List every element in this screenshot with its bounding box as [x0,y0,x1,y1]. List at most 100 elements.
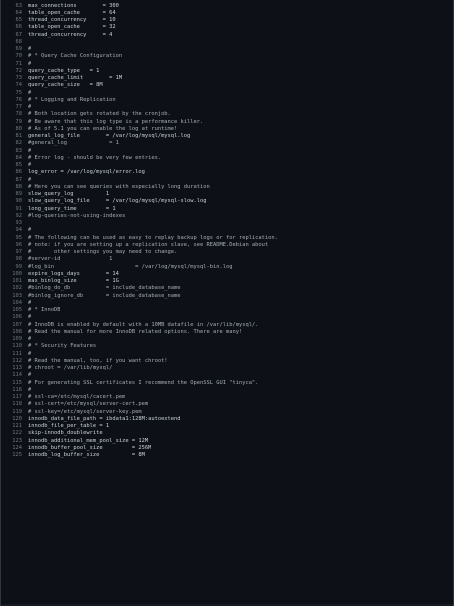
line-number: 115 [12,379,22,386]
line-number: 91 [15,205,23,212]
code-line: 86 log_error = /var/log/mysql/error.log [1,169,453,176]
line-number: 122 [12,430,22,437]
line-number: 108 [12,328,22,335]
code-line: 112 # Read the manual, too, if you want c… [1,357,453,364]
line-number: 114 [12,372,22,379]
code-line: 95 # The following can be used as easy to… [1,234,453,241]
code-line: 98 #server-id 1 [1,256,453,263]
line-text: # [28,314,32,321]
line-number: 75 [15,89,23,96]
code-line: 120 innodb_data_file_path = ibdata1:128M:… [1,415,453,422]
line-number: 112 [12,357,22,364]
line-text: # [28,336,32,343]
code-line: 92 #log-queries-not-using-indexes [1,212,453,219]
code-line: 123 innodb_additional_mem_pool_size = 12M [1,437,453,444]
line-text: thread_concurrency = 4 [28,31,113,38]
line-number: 109 [12,336,22,343]
line-text: query_cache_limit = 1M [28,75,123,82]
code-line: 124 innodb_buffer_pool_size = 256M [1,444,453,451]
line-text: max_connections = 300 [28,2,119,9]
line-number: 89 [15,191,23,198]
code-line: 73 query_cache_limit = 1M [1,75,453,82]
line-number: 80 [15,125,23,132]
line-text: # Here you can see queries with especial… [28,183,210,190]
code-line: 109 # [1,336,453,343]
line-number: 113 [12,365,22,372]
code-line: 66 table_open_cache = 32 [1,24,453,31]
code-line: 88 # Here you can see queries with especi… [1,183,453,190]
line-number: 79 [15,118,23,125]
line-number: 92 [15,212,23,219]
line-text: # other settings you may need to change. [28,249,178,256]
line-text: # [28,176,32,183]
code-line: 67 thread_concurrency = 4 [1,31,453,38]
line-text: #server-id 1 [28,256,113,263]
line-text: # Read the manual, too, if you want chro… [28,357,168,364]
code-line: 74 query_cache_size = 8M [1,82,453,89]
code-line: 69 # [1,46,453,53]
line-number: 88 [15,183,23,190]
line-number: 66 [15,24,23,31]
line-text: # [28,386,32,393]
line-number: 76 [15,96,23,103]
line-number: 73 [15,75,23,82]
line-number: 90 [15,198,23,205]
line-text: innodb_data_file_path = ibdata1:128M:aut… [28,415,181,422]
line-text: # [28,227,32,234]
line-number: 117 [12,394,22,401]
line-number: 69 [15,46,23,53]
line-text: # [28,350,32,357]
code-line: 94 # [1,227,453,234]
code-line: 64 table_open_cache = 64 [1,9,453,16]
line-number: 97 [15,249,23,256]
code-line: 77 # [1,104,453,111]
line-number: 98 [15,256,23,263]
line-text: # * Query Cache Configuration [28,53,123,60]
line-number: 116 [12,386,22,393]
code-line: 125 innodb_log_buffer_size = 8M [1,452,453,459]
line-text: # InnoDB is enabled by default with a 10… [28,321,259,328]
line-text: # [28,372,32,379]
line-number: 95 [15,234,23,241]
line-number: 68 [15,38,23,45]
line-number: 87 [15,176,23,183]
code-line: 84 # Error log - should be very few entri… [1,154,453,161]
code-line: 81 general_log_file = /var/log/mysql/mysq… [1,133,453,140]
line-text: # ssl-key=/etc/mysql/server-key.pem [28,408,142,415]
line-number: 123 [12,437,22,444]
line-text: # As of 5.1 you can enable the log at ru… [28,125,178,132]
line-text: # * Security Features [28,343,97,350]
line-number: 71 [15,60,23,67]
line-text: skip-innodb_doublewrite [28,430,103,437]
line-text: long_query_time = 1 [28,205,116,212]
line-number: 84 [15,154,23,161]
code-line: 122 skip-innodb_doublewrite [1,430,453,437]
line-text: max_binlog_size = 1G [28,278,119,285]
line-number: 101 [12,278,22,285]
line-number: 78 [15,111,23,118]
line-text: # chroot = /var/lib/mysql/ [28,365,113,372]
code-line: 102 #binlog_do_db = include_database_name [1,285,453,292]
line-text: expire_logs_days = 14 [28,270,119,277]
code-line: 97 # other settings you may need to chang… [1,249,453,256]
line-text: innodb_buffer_pool_size = 256M [28,444,152,451]
line-text: table_open_cache = 64 [28,9,116,16]
line-number: 81 [15,133,23,140]
code-line: 82 #general_log = 1 [1,140,453,147]
code-line: 68 [1,38,453,45]
line-number: 106 [12,314,22,321]
code-line: 80 # As of 5.1 you can enable the log at … [1,125,453,132]
code-line: 116 # [1,386,453,393]
line-text: # ssl-ca=/etc/mysql/cacert.pem [28,394,126,401]
line-number: 94 [15,227,23,234]
code-line: 96 # note: if you are setting up a replic… [1,241,453,248]
line-text: general_log_file = /var/log/mysql/mysql.… [28,133,191,140]
line-text: # * Logging and Replication [28,96,116,103]
code-line: 100 expire_logs_days = 14 [1,270,453,277]
code-line: 70 # * Query Cache Configuration [1,53,453,60]
line-text: # ssl-cert=/etc/mysql/server-cert.pem [28,401,149,408]
line-number: 124 [12,444,22,451]
line-text: #binlog_do_db = include_database_name [28,285,181,292]
line-text: # [28,89,32,96]
code-line: 90 slow_query_log_file = /var/log/mysql/m… [1,198,453,205]
